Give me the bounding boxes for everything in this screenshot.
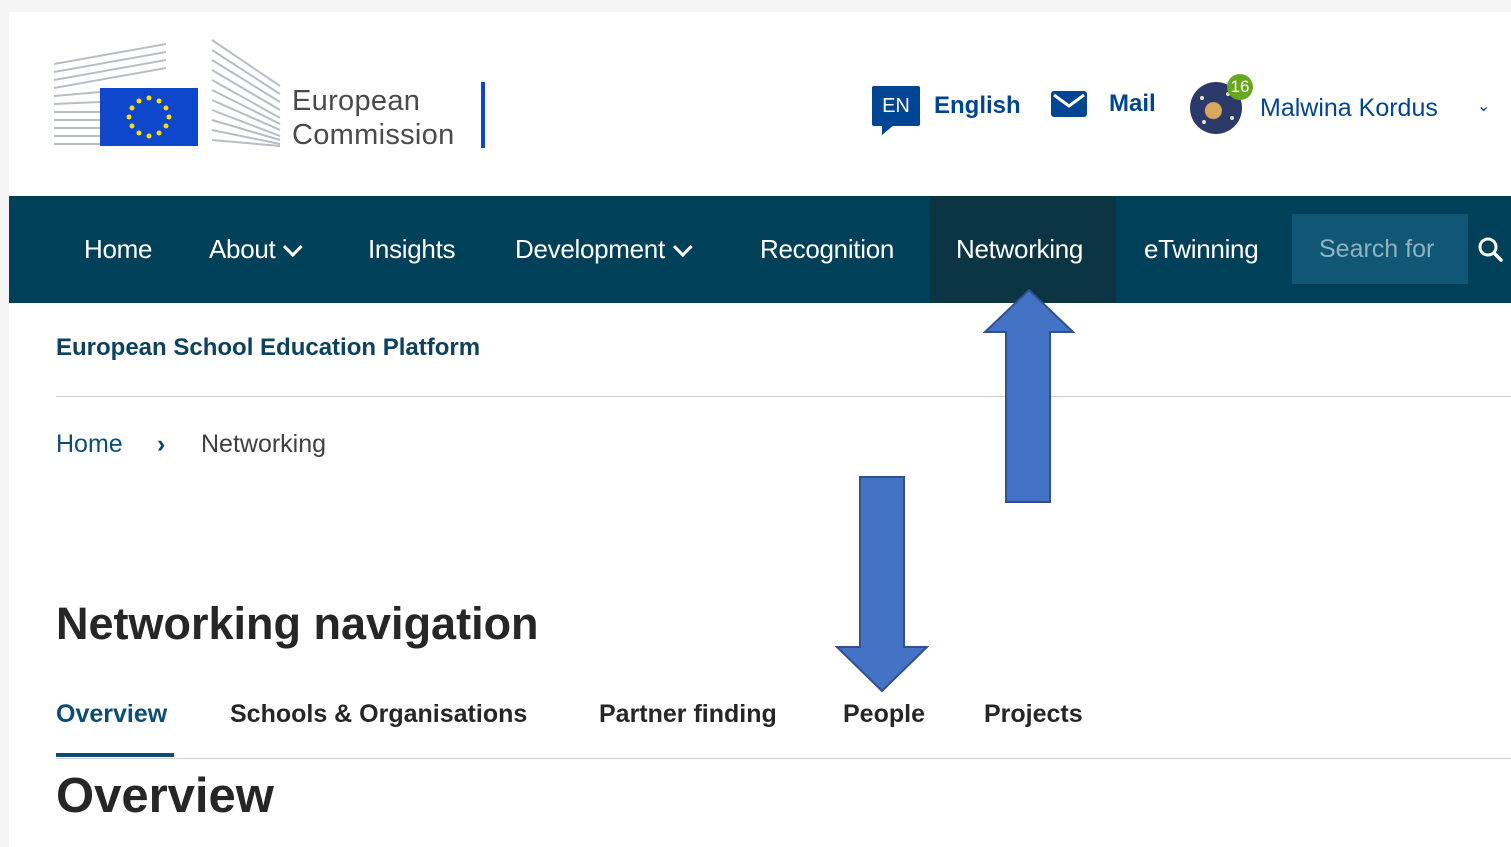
nav-item-networking[interactable]: Networking [930, 196, 1116, 303]
language-label: English [934, 92, 1021, 119]
nav-item-label: eTwinning [1144, 234, 1259, 264]
logo-divider [481, 82, 485, 148]
annotation-arrow-down-icon [835, 476, 929, 693]
nav-item-etwinning[interactable]: eTwinning [1144, 196, 1259, 303]
user-menu[interactable]: 16 Malwina Kordus [1190, 74, 1438, 134]
search-icon [1478, 237, 1503, 262]
search-input[interactable]: Search for [1292, 214, 1468, 284]
breadcrumb-home-link[interactable]: Home [56, 430, 123, 459]
nav-item-label: Development [515, 234, 665, 264]
search-button[interactable] [1468, 214, 1511, 284]
tab-partner-finding[interactable]: Partner finding [599, 700, 777, 729]
nav-item-development[interactable]: Development [515, 196, 693, 303]
page: European Commission EN English Mail 16 M… [9, 12, 1511, 847]
language-code-badge: EN [872, 86, 920, 135]
nav-item-label: Home [84, 234, 153, 264]
mail-link[interactable]: Mail [1051, 90, 1156, 118]
mail-label: Mail [1109, 90, 1156, 117]
logo-text-line2: Commission [292, 119, 455, 151]
nav-item-recognition[interactable]: Recognition [760, 196, 894, 303]
chevron-down-icon[interactable]: ⌄ [1477, 96, 1490, 116]
breadcrumb-separator-icon: › [157, 430, 166, 458]
main-navigation: Home About Insights Development Recognit… [9, 196, 1511, 303]
logo-text: European Commission [292, 84, 455, 152]
language-selector[interactable]: EN English [872, 86, 1021, 135]
nav-item-label: Insights [368, 234, 456, 264]
notification-badge: 16 [1227, 74, 1253, 100]
nav-item-label: About [209, 234, 276, 264]
divider [56, 758, 1511, 759]
nav-item-label: Networking [956, 234, 1084, 264]
user-name: Malwina Kordus [1260, 93, 1438, 122]
tab-schools-organisations[interactable]: Schools & Organisations [230, 700, 527, 729]
nav-item-label: Recognition [760, 234, 895, 264]
avatar: 16 [1190, 74, 1253, 134]
mail-icon [1051, 91, 1087, 117]
tab-overview[interactable]: Overview [56, 700, 167, 729]
breadcrumb-current: Networking [201, 430, 327, 458]
nav-item-about[interactable]: About [209, 196, 304, 303]
section-title: Networking navigation [56, 598, 539, 649]
tab-people[interactable]: People [843, 700, 925, 729]
chevron-down-icon [283, 236, 304, 257]
logo-text-line1: European [292, 85, 421, 117]
nav-item-insights[interactable]: Insights [368, 196, 456, 303]
annotation-arrow-up-icon [983, 288, 1075, 503]
chevron-down-icon [672, 236, 693, 257]
active-tab-indicator [56, 753, 174, 757]
nav-item-home[interactable]: Home [57, 196, 177, 303]
divider [56, 396, 1511, 397]
site-name[interactable]: European School Education Platform [56, 334, 480, 362]
content-title: Overview [56, 769, 274, 823]
tab-projects[interactable]: Projects [984, 700, 1083, 729]
